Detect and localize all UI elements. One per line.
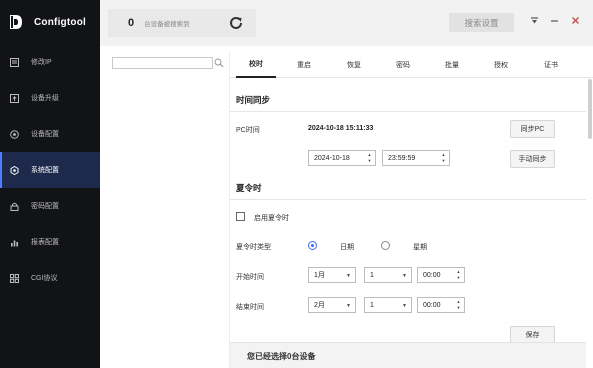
device-config-icon	[9, 129, 19, 139]
sidebar-item-edit-ip[interactable]: 修改IP	[0, 44, 100, 80]
configtool-logo-icon	[8, 13, 26, 31]
device-count: 0	[128, 17, 135, 29]
device-search-input[interactable]	[112, 57, 213, 69]
start-time-spinner-icon[interactable]: ▲ ▼	[456, 270, 461, 280]
date-spinner-icon[interactable]: ▲ ▼	[367, 153, 372, 163]
minimize-icon[interactable]	[548, 14, 560, 26]
tab-license[interactable]: 授权	[481, 52, 521, 78]
close-icon[interactable]	[569, 14, 581, 26]
enable-dst-label: 启用夏令时	[254, 215, 289, 222]
time-value: 23:59:59	[388, 154, 416, 162]
lock-icon	[9, 201, 19, 211]
brand: Configtool	[0, 0, 100, 44]
system-config-icon	[9, 165, 19, 175]
end-time-value: 00:00	[423, 301, 441, 309]
end-day-select[interactable]: 1 ▼	[364, 297, 412, 313]
time-picker[interactable]: 23:59:59 ▲ ▼	[382, 150, 450, 166]
device-list-pane	[108, 52, 228, 368]
dst-type-date-label: 日期	[340, 244, 354, 251]
edit-ip-icon	[9, 57, 19, 67]
start-day-value: 1	[370, 271, 374, 279]
divider	[230, 199, 586, 200]
search-settings-button[interactable]: 搜索设置	[449, 13, 514, 32]
dst-type-date-radio[interactable]	[308, 241, 317, 250]
sidebar-item-label: 设备升级	[31, 95, 59, 102]
start-month-value: 1月	[314, 272, 325, 279]
tab-bar: 校时 重启 恢复 密码 批量 授权 证书	[230, 52, 593, 78]
start-time-input[interactable]: 00:00 ▲ ▼	[417, 267, 465, 283]
end-month-select[interactable]: 2月 ▼	[308, 297, 356, 313]
chevron-down-icon: ▼	[346, 303, 351, 309]
upgrade-icon	[9, 93, 19, 103]
dst-title: 夏令时	[236, 183, 262, 193]
tab-reboot[interactable]: 重启	[284, 52, 324, 78]
start-time-label: 开始时间	[236, 274, 264, 281]
sidebar-item-cgi[interactable]: CGI协议	[0, 260, 100, 296]
tab-password[interactable]: 密码	[383, 52, 423, 78]
device-count-text: 台设备被搜索到	[144, 21, 190, 28]
sync-pc-button[interactable]: 同步PC	[510, 120, 555, 138]
end-time-input[interactable]: 00:00 ▲ ▼	[417, 297, 465, 313]
sidebar-item-label: 修改IP	[31, 59, 52, 66]
start-month-select[interactable]: 1月 ▼	[308, 267, 356, 283]
sidebar-item-label: 密码配置	[31, 203, 59, 210]
chevron-down-icon: ▼	[402, 303, 407, 309]
end-day-value: 1	[370, 301, 374, 309]
system-config-panel: 校时 重启 恢复 密码 批量 授权 证书 时间同步 PC时间 2024-10-1…	[229, 52, 593, 368]
chart-icon	[9, 237, 19, 247]
tab-batch[interactable]: 批量	[432, 52, 472, 78]
search-icon[interactable]	[214, 58, 224, 68]
end-time-spinner-icon[interactable]: ▲ ▼	[456, 300, 461, 310]
date-value: 2024-10-18	[314, 154, 350, 162]
sidebar-nav: 修改IP 设备升级 设备配置 系统配置 密码配置 报表配置 CGI协议	[0, 44, 100, 296]
sidebar: Configtool 修改IP 设备升级 设备配置 系统配置 密码配置 报表配置…	[0, 0, 100, 368]
pc-time-label: PC时间	[236, 127, 260, 134]
sidebar-item-label: 系统配置	[31, 167, 59, 174]
dst-type-week-radio[interactable]	[381, 241, 390, 250]
manual-sync-button[interactable]: 手动同步	[510, 150, 555, 168]
sidebar-item-label: 报表配置	[31, 239, 59, 246]
filter-icon[interactable]	[528, 14, 540, 26]
time-spinner-icon[interactable]: ▲ ▼	[441, 153, 446, 163]
start-time-value: 00:00	[423, 271, 441, 279]
sidebar-item-label: CGI协议	[31, 275, 58, 282]
sidebar-item-system-config[interactable]: 系统配置	[0, 152, 100, 188]
refresh-icon[interactable]	[228, 15, 244, 31]
divider	[230, 111, 586, 112]
selection-status: 您已经选择0台设备	[247, 352, 316, 361]
scrollbar[interactable]	[588, 79, 592, 139]
time-sync-title: 时间同步	[236, 95, 271, 105]
selection-footer: 您已经选择0台设备	[230, 342, 586, 368]
chevron-down-icon: ▼	[346, 273, 351, 279]
start-day-select[interactable]: 1 ▼	[364, 267, 412, 283]
tab-certificate[interactable]: 证书	[531, 52, 571, 78]
tab-time[interactable]: 校时	[236, 52, 276, 78]
sidebar-item-device-config[interactable]: 设备配置	[0, 116, 100, 152]
enable-dst-checkbox[interactable]	[236, 212, 245, 221]
protocol-icon	[9, 273, 19, 283]
pc-time-value: 2024-10-18 15:11:33	[308, 125, 374, 132]
dst-type-week-label: 星期	[413, 244, 427, 251]
date-picker[interactable]: 2024-10-18 ▲ ▼	[308, 150, 376, 166]
tab-restore[interactable]: 恢复	[334, 52, 374, 78]
dst-type-label: 夏令时类型	[236, 244, 271, 251]
top-bar: 0 台设备被搜索到 搜索设置	[100, 0, 593, 46]
app-name: Configtool	[34, 16, 86, 28]
chevron-down-icon: ▼	[402, 273, 407, 279]
sidebar-item-password[interactable]: 密码配置	[0, 188, 100, 224]
sidebar-item-upgrade[interactable]: 设备升级	[0, 80, 100, 116]
sidebar-item-label: 设备配置	[31, 131, 59, 138]
end-time-label: 结束时间	[236, 304, 264, 311]
end-month-value: 2月	[314, 302, 325, 309]
sidebar-item-report[interactable]: 报表配置	[0, 224, 100, 260]
